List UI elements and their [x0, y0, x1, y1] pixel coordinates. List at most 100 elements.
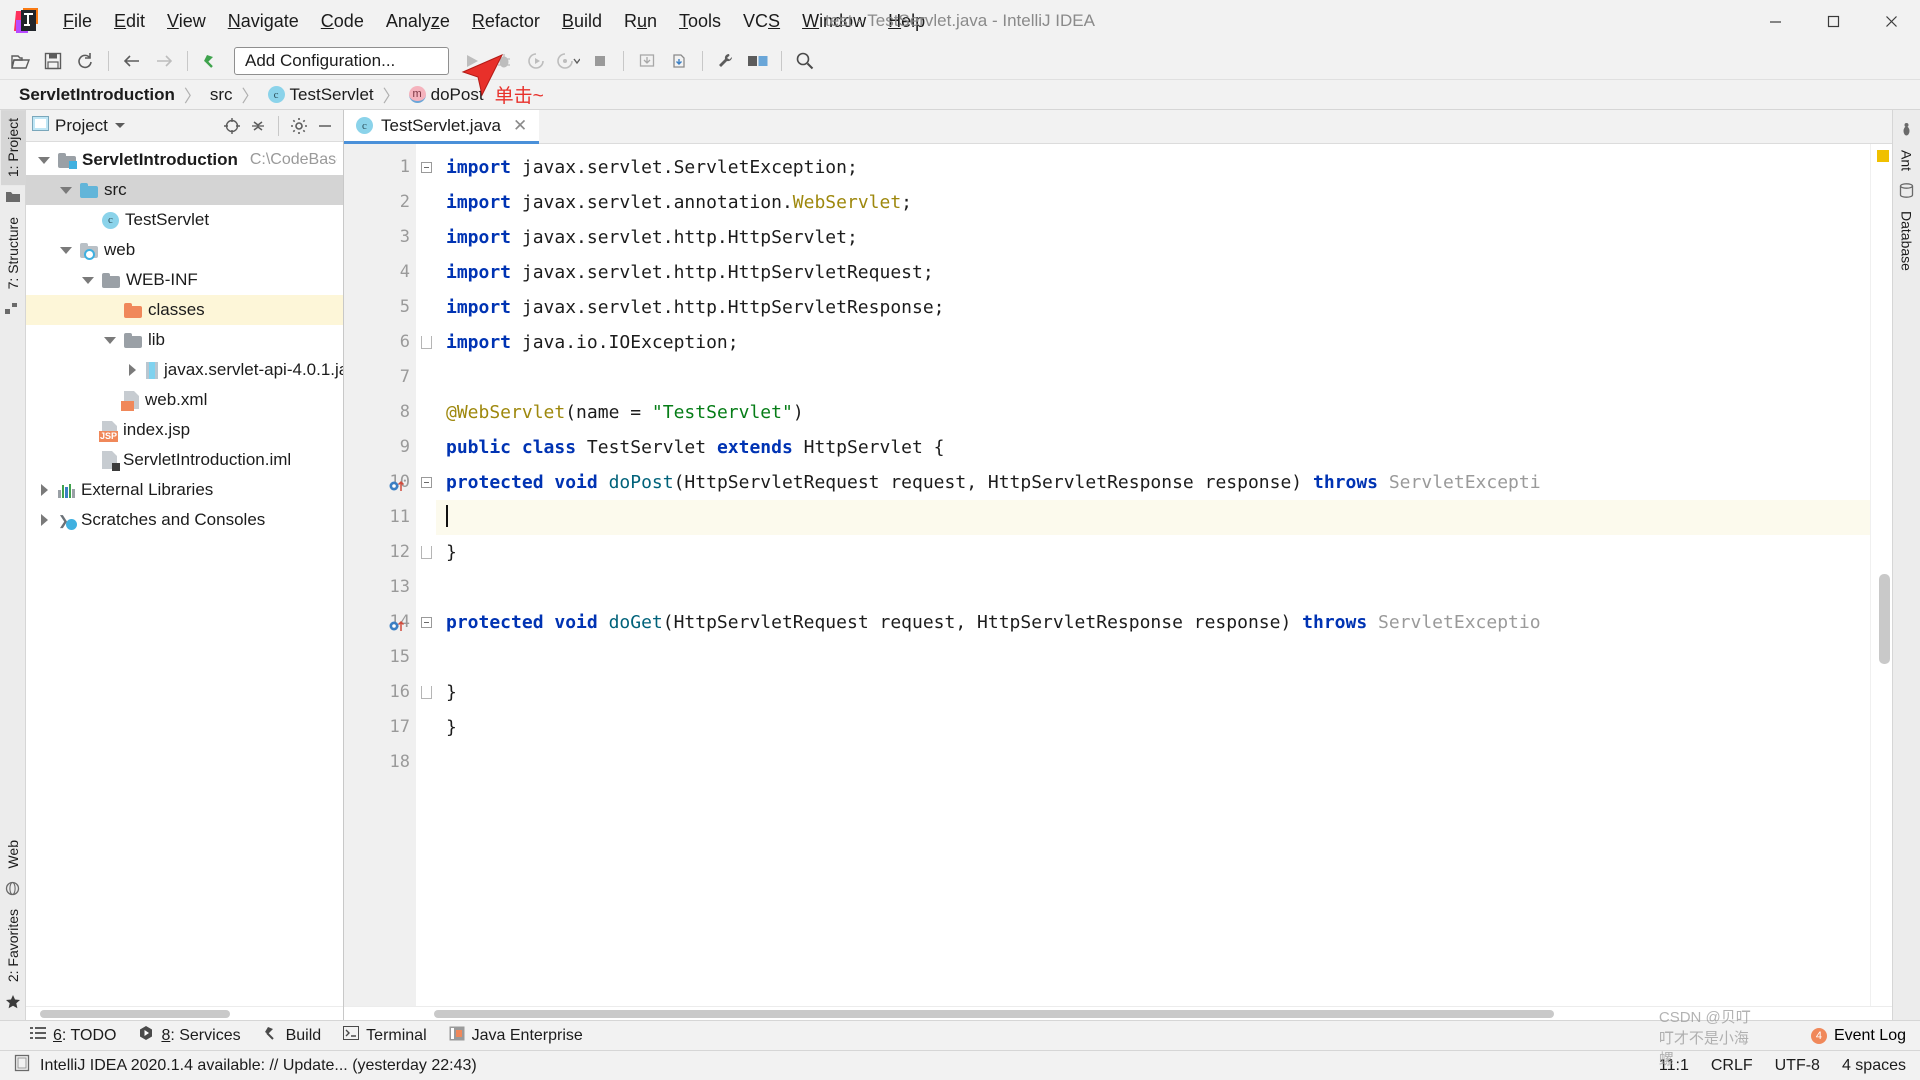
gutter-line-7[interactable]: 7	[344, 360, 416, 395]
gutter-line-15[interactable]: 15	[344, 640, 416, 675]
run-method-gutter-icon[interactable]	[388, 473, 406, 491]
database-rail-icon[interactable]	[1899, 183, 1915, 199]
indent-setting[interactable]: 4 spaces	[1842, 1057, 1906, 1075]
run-method-gutter-icon[interactable]	[388, 613, 406, 631]
gutter-line-16[interactable]: 16	[344, 675, 416, 710]
sidebar-tab-web[interactable]: Web	[1, 832, 25, 877]
run-icon[interactable]	[457, 47, 487, 75]
gutter-line-5[interactable]: 5	[344, 290, 416, 325]
code-line-1[interactable]: import javax.servlet.ServletException;	[436, 150, 1870, 185]
collapse-all-icon[interactable]	[246, 114, 270, 138]
ant-rail-icon[interactable]	[1899, 122, 1915, 138]
tree-twisty-down-icon[interactable]	[36, 152, 52, 168]
maximize-button[interactable]	[1804, 0, 1862, 42]
code-line-17[interactable]: }	[436, 710, 1870, 745]
chevron-down-icon[interactable]	[114, 117, 126, 135]
code-line-15[interactable]	[436, 640, 1870, 675]
file-encoding[interactable]: UTF-8	[1775, 1057, 1820, 1075]
tree-node-scratches-and-consoles[interactable]: ❯Scratches and Consoles	[26, 505, 343, 535]
gutter-line-1[interactable]: 1	[344, 150, 416, 185]
commit-icon[interactable]	[664, 47, 694, 75]
event-log-button[interactable]: 4 Event Log	[1811, 1027, 1906, 1045]
menu-file[interactable]: File	[52, 6, 103, 36]
select-opened-file-icon[interactable]	[220, 114, 244, 138]
gutter-line-6[interactable]: 6	[344, 325, 416, 360]
menu-refactor[interactable]: Refactor	[461, 6, 551, 36]
tree-node-web-inf[interactable]: WEB-INF	[26, 265, 343, 295]
tree-twisty-down-icon[interactable]	[80, 272, 96, 288]
fold-collapse-icon[interactable]	[421, 477, 432, 488]
update-project-icon[interactable]	[632, 47, 662, 75]
hide-icon[interactable]	[313, 114, 337, 138]
tab-testservlet-java[interactable]: c TestServlet.java ✕	[344, 110, 539, 144]
menu-view[interactable]: View	[156, 6, 217, 36]
editor-fold-column[interactable]	[416, 144, 436, 1006]
scroll-thumb[interactable]	[1879, 574, 1890, 664]
bottom-tool-terminal[interactable]: Terminal	[343, 1026, 426, 1045]
tree-twisty-down-icon[interactable]	[58, 182, 74, 198]
fold-marker-line-16[interactable]	[416, 675, 436, 710]
minimize-button[interactable]	[1746, 0, 1804, 42]
search-icon[interactable]	[790, 47, 820, 75]
tree-node-src[interactable]: src	[26, 175, 343, 205]
tree-twisty-right-icon[interactable]	[36, 512, 52, 528]
tree-node-servletintroduction[interactable]: ServletIntroductionC:\CodeBaseCam	[26, 145, 343, 175]
sidebar-tab-favorites[interactable]: 2: Favorites	[1, 901, 25, 990]
menu-help[interactable]: Help	[877, 6, 936, 36]
module-rail-icon[interactable]	[5, 189, 21, 205]
status-message[interactable]: IntelliJ IDEA 2020.1.4 available: // Upd…	[40, 1057, 477, 1075]
fold-end-icon[interactable]	[421, 336, 432, 349]
gutter-line-11[interactable]: 11	[344, 500, 416, 535]
fold-end-icon[interactable]	[421, 546, 432, 559]
project-structure-icon[interactable]	[743, 47, 773, 75]
code-line-5[interactable]: import javax.servlet.http.HttpServletRes…	[436, 290, 1870, 325]
run-with-coverage-icon[interactable]	[521, 47, 551, 75]
fold-marker-line-6[interactable]	[416, 325, 436, 360]
fold-collapse-icon[interactable]	[421, 162, 432, 173]
code-line-13[interactable]	[436, 570, 1870, 605]
fold-marker-line-14[interactable]	[416, 605, 436, 640]
code-line-12[interactable]: }	[436, 535, 1870, 570]
fold-collapse-icon[interactable]	[421, 617, 432, 628]
fold-marker-line-10[interactable]	[416, 465, 436, 500]
menu-code[interactable]: Code	[310, 6, 375, 36]
sidebar-tab-structure[interactable]: 7: Structure	[1, 209, 25, 297]
tree-twisty-right-icon[interactable]	[36, 482, 52, 498]
menu-tools[interactable]: Tools	[668, 6, 732, 36]
breadcrumb-item-servletintroduction[interactable]: ServletIntroduction	[16, 85, 178, 105]
gutter-line-14[interactable]: 14	[344, 605, 416, 640]
breadcrumb-item-dopost[interactable]: mdoPost	[406, 85, 487, 105]
tree-twisty-down-icon[interactable]	[102, 332, 118, 348]
bottom-tool-java-enterprise[interactable]: Java Enterprise	[449, 1026, 583, 1046]
tree-node-index-jsp[interactable]: JSPindex.jsp	[26, 415, 343, 445]
code-line-8[interactable]: @WebServlet(name = "TestServlet")	[436, 395, 1870, 430]
refresh-icon[interactable]	[70, 47, 100, 75]
editor-scrollbar[interactable]	[1870, 144, 1892, 1006]
gutter-line-4[interactable]: 4	[344, 255, 416, 290]
tree-twisty-right-icon[interactable]	[124, 362, 140, 378]
code-line-7[interactable]	[436, 360, 1870, 395]
gutter-line-10[interactable]: 10	[344, 465, 416, 500]
sidebar-tab-database[interactable]: Database	[1895, 203, 1919, 279]
tree-node-servletintroduction-iml[interactable]: ServletIntroduction.iml	[26, 445, 343, 475]
menu-vcs[interactable]: VCS	[732, 6, 791, 36]
menu-build[interactable]: Build	[551, 6, 613, 36]
gutter-line-8[interactable]: 8	[344, 395, 416, 430]
save-icon[interactable]	[38, 47, 68, 75]
close-button[interactable]	[1862, 0, 1920, 42]
wrench-icon[interactable]	[711, 47, 741, 75]
stop-icon[interactable]	[585, 47, 615, 75]
profiler-icon[interactable]	[553, 47, 583, 75]
sidebar-tab-ant[interactable]: Ant	[1895, 142, 1919, 179]
tree-node-web-xml[interactable]: web.xml	[26, 385, 343, 415]
code-line-6[interactable]: import java.io.IOException;	[436, 325, 1870, 360]
fold-marker-line-1[interactable]	[416, 150, 436, 185]
breadcrumb-item-src[interactable]: src	[207, 85, 236, 105]
tree-twisty-down-icon[interactable]	[58, 242, 74, 258]
bottom-tool-build[interactable]: Build	[263, 1025, 322, 1046]
code-line-11[interactable]	[436, 500, 1870, 535]
open-folder-icon[interactable]	[6, 47, 36, 75]
fold-end-icon[interactable]	[421, 686, 432, 699]
gutter-line-12[interactable]: 12	[344, 535, 416, 570]
gutter-line-2[interactable]: 2	[344, 185, 416, 220]
